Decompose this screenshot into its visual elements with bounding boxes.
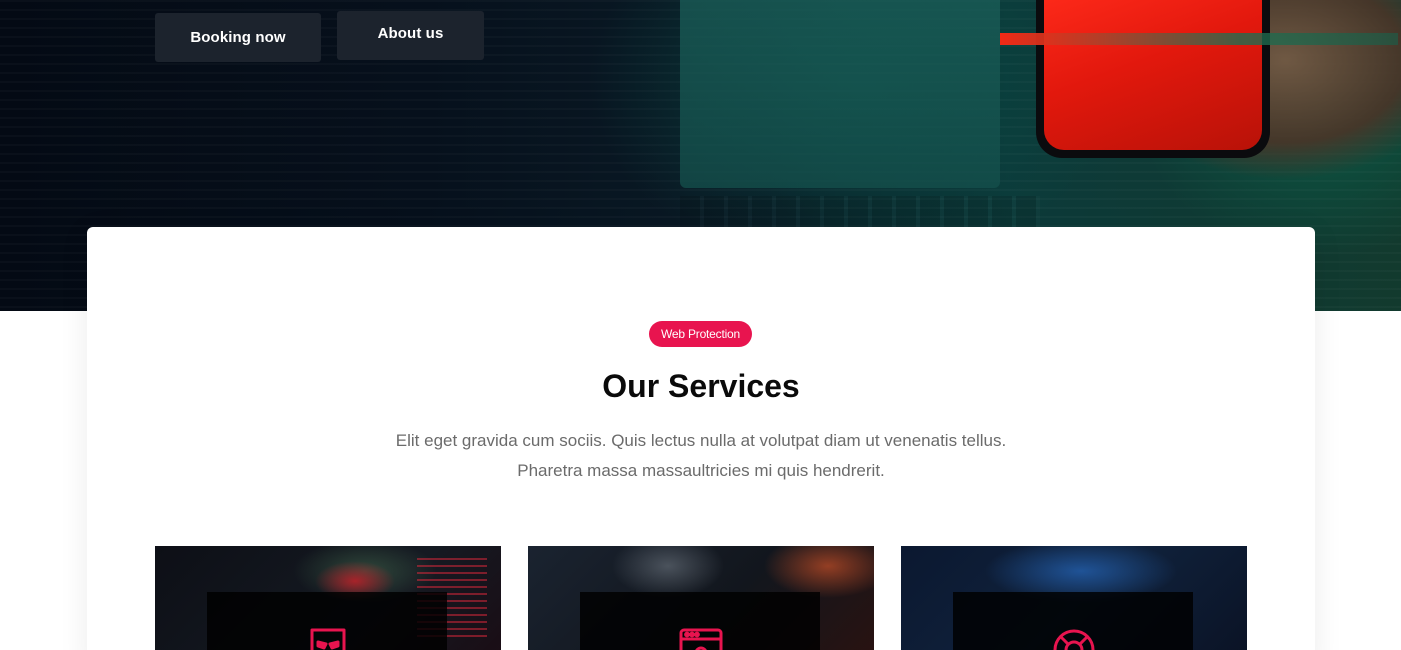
- hero-phone-screen: [1044, 0, 1262, 150]
- mask-icon: [310, 628, 346, 650]
- service-card-2[interactable]: [528, 546, 874, 650]
- services-section: Web Protection Our Services Elit eget gr…: [87, 227, 1315, 650]
- hero-laptop-screen-image: [680, 0, 1000, 188]
- hero-phone-image: [1036, 0, 1270, 158]
- service-card-1[interactable]: [155, 546, 501, 650]
- web-protection-badge: Web Protection: [649, 321, 752, 347]
- services-description-line-2: Pharetra massa massaultricies mi quis he…: [517, 461, 885, 480]
- services-description-line-1: Elit eget gravida cum sociis. Quis lectu…: [395, 431, 1007, 450]
- hero-glitch-stripe: [1000, 33, 1398, 45]
- lifebuoy-icon: [1053, 629, 1095, 650]
- browser-window-icon: [679, 628, 723, 650]
- services-title: Our Services: [602, 368, 800, 404]
- service-card-3[interactable]: [901, 546, 1247, 650]
- booking-now-button[interactable]: Booking now: [155, 13, 321, 62]
- about-us-button[interactable]: About us: [337, 11, 484, 60]
